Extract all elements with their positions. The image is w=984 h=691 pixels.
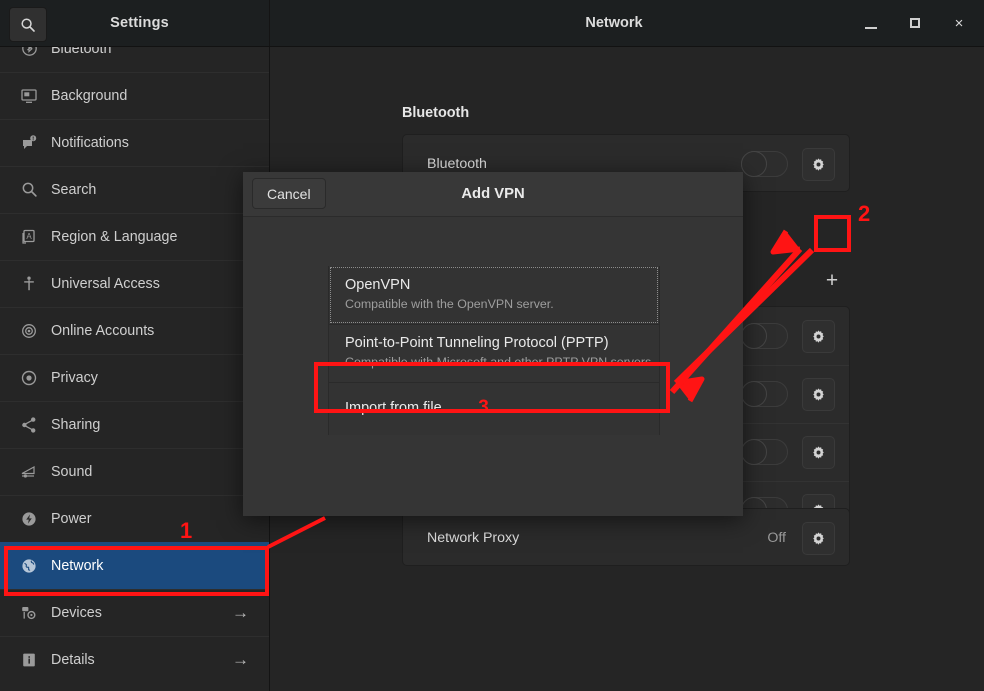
minimize-button[interactable] [860,12,882,34]
bluetooth-heading: Bluetooth [402,105,470,121]
universal-access-icon [18,273,40,295]
vpn-type-list: OpenVPN Compatible with the OpenVPN serv… [328,266,660,435]
dialog-header: Cancel Add VPN [243,172,743,217]
sidebar-item-details[interactable]: Details → [0,636,269,683]
sidebar-item-label: Sharing [51,416,101,433]
network-proxy-settings-button[interactable] [802,521,835,555]
sidebar-item-label: Details [51,651,95,668]
sidebar-item-notifications[interactable]: Notifications [0,119,269,166]
sidebar-item-label: Online Accounts [51,322,155,339]
sidebar-item-label: Network [51,557,104,574]
vpn-settings-button[interactable] [802,377,835,411]
search-icon [18,179,40,201]
vpn-settings-button[interactable] [802,319,835,353]
network-icon [18,555,40,577]
chevron-right-icon: → [232,650,249,669]
sidebar-item-label: Background [51,87,128,104]
sidebar-item-privacy[interactable]: Privacy [0,354,269,401]
vpn-toggle[interactable] [741,381,788,407]
maximize-button[interactable] [904,12,926,34]
sidebar-item-label: Region & Language [51,228,178,245]
sidebar-item-sharing[interactable]: Sharing [0,401,269,448]
sidebar-item-bluetooth[interactable]: Bluetooth [0,47,269,72]
search-button[interactable] [9,7,47,42]
vpn-import-label: Import from file… [345,400,457,416]
sidebar-item-sound[interactable]: Sound [0,448,269,495]
background-icon [18,85,40,107]
vpn-settings-button[interactable] [802,435,835,469]
window-title: Network [585,15,643,31]
titlebar-left: Settings [0,0,270,46]
vpn-toggle[interactable] [741,439,788,465]
sidebar-item-label: Privacy [51,369,98,386]
gear-icon [813,387,824,401]
sidebar-item-label: Bluetooth [51,47,112,57]
annotation-step-3-inline: 3 [478,397,489,418]
svg-text:A: A [26,232,32,241]
sound-icon [18,461,40,483]
gear-icon [813,445,824,459]
privacy-icon [18,367,40,389]
devices-icon [18,602,40,624]
vpn-type-name: Point-to-Point Tunneling Protocol (PPTP) [345,335,609,351]
vpn-import-from-file[interactable]: Import from file… 3 [329,382,659,435]
dialog-body: OpenVPN Compatible with the OpenVPN serv… [243,217,743,516]
sidebar-item-power[interactable]: Power [0,495,269,542]
vpn-type-description: Compatible with Microsoft and other PPTP… [345,355,655,369]
gear-icon [813,329,824,343]
sidebar-item-devices[interactable]: Devices → [0,589,269,636]
search-icon [20,17,36,33]
titlebar-right: Network × [270,0,984,46]
sidebar-item-label: Sound [51,463,93,480]
vpn-type-openvpn[interactable]: OpenVPN Compatible with the OpenVPN serv… [329,266,659,324]
network-proxy-card: Network Proxy Off [402,508,850,566]
sidebar-item-label: Search [51,181,97,198]
sidebar-item-region-language[interactable]: A Region & Language [0,213,269,260]
bluetooth-toggle[interactable] [741,151,788,177]
sidebar-list: Bluetooth Background Notifications Searc… [0,47,269,683]
settings-window: Settings Network × Bluetooth Background … [0,0,984,691]
sidebar-item-online-accounts[interactable]: Online Accounts [0,307,269,354]
sidebar-item-universal-access[interactable]: Universal Access [0,260,269,307]
sidebar-item-network[interactable]: Network [0,542,269,589]
vpn-type-name: OpenVPN [345,277,411,293]
chevron-right-icon: → [232,603,249,622]
bluetooth-icon [18,47,40,60]
add-vpn-button[interactable]: + [814,262,850,298]
gear-icon [813,531,824,545]
sidebar-item-label: Universal Access [51,275,160,292]
notifications-icon [18,132,40,154]
network-proxy-label: Network Proxy [427,530,520,546]
sidebar-item-label: Power [51,510,92,527]
network-proxy-row[interactable]: Network Proxy Off [403,509,849,567]
details-icon [18,649,40,671]
bluetooth-row-label: Bluetooth [427,156,487,172]
sharing-icon [18,414,40,436]
vpn-type-description: Compatible with the OpenVPN server. [345,297,554,311]
bluetooth-settings-button[interactable] [802,147,835,181]
gear-icon [813,157,824,171]
close-button[interactable]: × [948,12,970,34]
region-language-icon: A [18,226,40,248]
sidebar-item-search[interactable]: Search [0,166,269,213]
vpn-type-pptp[interactable]: Point-to-Point Tunneling Protocol (PPTP)… [329,324,659,382]
sidebar[interactable]: Bluetooth Background Notifications Searc… [0,47,270,691]
dialog-title: Add VPN [461,186,525,202]
sidebar-item-label: Devices [51,604,102,621]
network-proxy-value: Off [767,530,786,546]
online-accounts-icon [18,320,40,342]
add-vpn-dialog: Cancel Add VPN OpenVPN Compatible with t… [243,172,743,516]
power-icon [18,508,40,530]
vpn-toggle[interactable] [741,323,788,349]
window-controls: × [860,0,970,46]
cancel-button[interactable]: Cancel [252,178,326,209]
sidebar-item-background[interactable]: Background [0,72,269,119]
titlebar: Settings Network × [0,0,984,47]
sidebar-item-label: Notifications [51,134,129,151]
